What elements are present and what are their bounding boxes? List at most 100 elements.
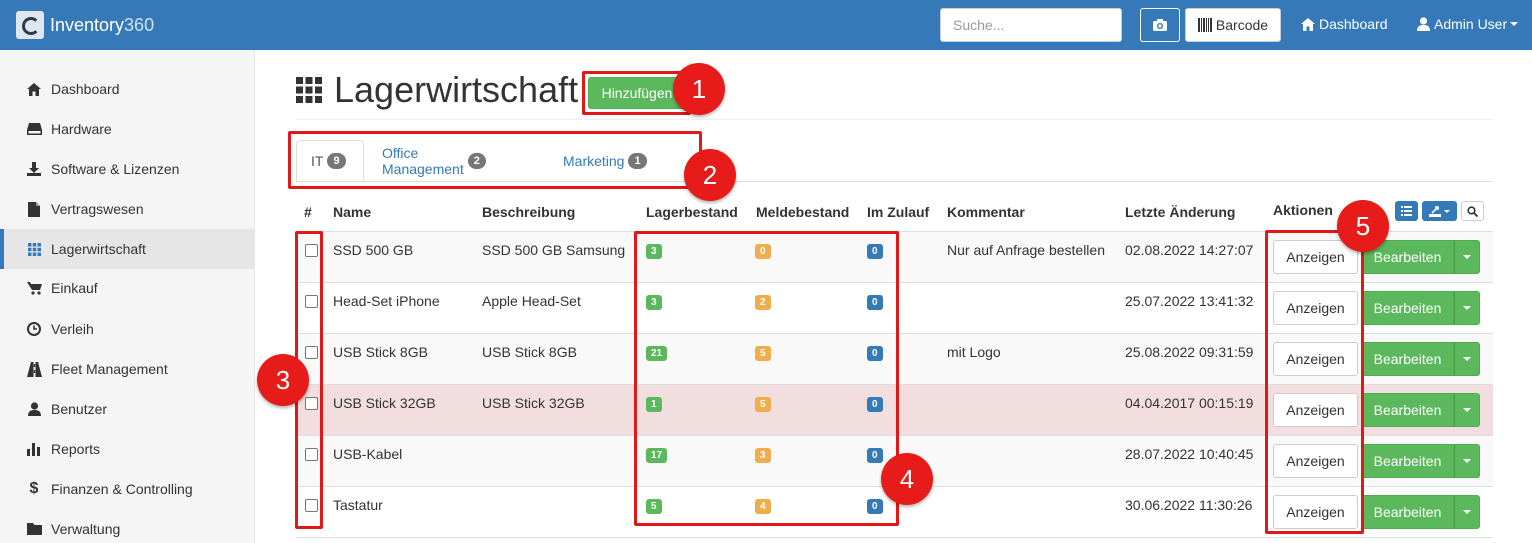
top-navbar: Inventory360 Barcode Dashboard Admin Use… xyxy=(0,0,1532,50)
sidebar-item-warehouse[interactable]: Lagerwirtschaft xyxy=(0,229,255,269)
annotation-marker-2: 2 xyxy=(684,149,736,201)
list-icon xyxy=(1401,206,1412,216)
brand[interactable]: Inventory 360 xyxy=(16,11,154,39)
chevron-down-icon xyxy=(1463,255,1471,259)
edit-dropdown-toggle[interactable] xyxy=(1454,393,1480,427)
cell-name: Head-Set iPhone xyxy=(333,293,440,309)
sidebar-item-fleet[interactable]: Fleet Management xyxy=(0,349,255,389)
sidebar-item-purchasing[interactable]: Einkauf xyxy=(0,268,255,308)
chevron-down-icon xyxy=(1444,209,1450,213)
edit-dropdown-toggle[interactable] xyxy=(1454,495,1480,529)
brand-name: Inventory xyxy=(50,14,125,35)
download-icon xyxy=(26,161,42,177)
sidebar-item-label: Vertragswesen xyxy=(51,201,144,217)
export-icon xyxy=(1429,205,1441,217)
cell-last-change: 28.07.2022 10:40:45 xyxy=(1125,446,1254,462)
export-dropdown-button[interactable] xyxy=(1422,201,1457,221)
sidebar-item-reports[interactable]: Reports xyxy=(0,429,255,469)
chevron-down-icon xyxy=(1463,510,1471,514)
sidebar-item-admin[interactable]: Verwaltung xyxy=(0,509,255,543)
edit-button[interactable]: Bearbeiten xyxy=(1361,393,1454,427)
sidebar-item-label: Benutzer xyxy=(51,401,108,417)
clock-icon xyxy=(26,321,42,337)
sidebar-item-software[interactable]: Software & Lizenzen xyxy=(0,149,255,189)
sidebar-item-contracts[interactable]: Vertragswesen xyxy=(0,189,255,229)
column-header-reorder-level[interactable]: Meldebestand xyxy=(756,204,849,220)
column-header-last-change[interactable]: Letzte Änderung xyxy=(1125,204,1235,220)
search-input[interactable] xyxy=(940,8,1122,42)
edit-dropdown-toggle[interactable] xyxy=(1454,240,1480,274)
home-icon xyxy=(26,81,42,97)
chevron-down-icon xyxy=(1510,22,1519,26)
file-icon xyxy=(26,201,42,217)
road-icon xyxy=(26,361,42,377)
column-header-actions: Aktionen xyxy=(1273,202,1333,218)
brand-number: 360 xyxy=(124,14,155,35)
user-menu[interactable]: Admin User xyxy=(1417,16,1519,32)
chevron-down-icon xyxy=(1463,459,1471,463)
sidebar-item-finance[interactable]: $ Finanzen & Controlling xyxy=(0,469,255,509)
sidebar-item-users[interactable]: Benutzer xyxy=(0,389,255,429)
cell-description: USB Stick 32GB xyxy=(482,395,585,411)
sidebar-item-label: Finanzen & Controlling xyxy=(51,481,193,497)
nav-dashboard-link[interactable]: Dashboard xyxy=(1301,16,1388,32)
chevron-down-icon xyxy=(1463,357,1471,361)
cell-name: SSD 500 GB xyxy=(333,242,414,258)
edit-dropdown-toggle[interactable] xyxy=(1454,291,1480,325)
column-header-comment[interactable]: Kommentar xyxy=(947,204,1025,220)
grid-icon xyxy=(296,77,322,103)
cell-comment: mit Logo xyxy=(947,344,1001,360)
cell-name: USB-Kabel xyxy=(333,446,403,462)
divider xyxy=(296,119,1493,120)
barcode-label: Barcode xyxy=(1215,17,1269,33)
user-icon xyxy=(26,401,42,417)
sidebar-item-label: Verwaltung xyxy=(51,521,121,537)
column-header-name[interactable]: Name xyxy=(333,204,371,220)
camera-button[interactable] xyxy=(1140,8,1180,42)
sidebar-item-lending[interactable]: Verleih xyxy=(0,309,255,349)
sidebar-item-label: Hardware xyxy=(51,121,112,137)
cell-name: Tastatur xyxy=(333,497,383,513)
barcode-button[interactable]: Barcode xyxy=(1185,8,1281,42)
cell-description: SSD 500 GB Samsung xyxy=(482,242,626,258)
search-toggle-button[interactable] xyxy=(1461,201,1484,221)
column-header-stock[interactable]: Lagerbestand xyxy=(646,204,738,220)
highlight-stock-columns xyxy=(634,231,899,526)
annotation-marker-1: 1 xyxy=(673,63,725,115)
sidebar-item-hardware[interactable]: Hardware xyxy=(0,109,255,149)
edit-button[interactable]: Bearbeiten xyxy=(1361,495,1454,529)
edit-dropdown-toggle[interactable] xyxy=(1454,444,1480,478)
column-header-description[interactable]: Beschreibung xyxy=(482,204,575,220)
edit-dropdown-toggle[interactable] xyxy=(1454,342,1480,376)
list-view-button[interactable] xyxy=(1395,201,1418,221)
bar-chart-icon xyxy=(26,441,42,457)
edit-button[interactable]: Bearbeiten xyxy=(1361,291,1454,325)
column-header-incoming[interactable]: Im Zulauf xyxy=(867,204,929,220)
cell-last-change: 25.07.2022 13:41:32 xyxy=(1125,293,1254,309)
home-icon xyxy=(1301,17,1315,31)
cell-last-change: 04.04.2017 00:15:19 xyxy=(1125,395,1254,411)
cart-icon xyxy=(26,280,42,296)
search-icon xyxy=(1467,205,1478,217)
sidebar-item-label: Fleet Management xyxy=(51,361,168,377)
sidebar-item-dashboard[interactable]: Dashboard xyxy=(0,69,255,109)
user-name: Admin User xyxy=(1434,16,1508,32)
brand-logo-icon xyxy=(16,11,44,39)
annotation-marker-5: 5 xyxy=(1337,200,1389,252)
sidebar: Dashboard Hardware Software & Lizenzen V… xyxy=(0,50,255,543)
sidebar-item-label: Einkauf xyxy=(51,280,98,296)
grid-icon xyxy=(26,241,42,257)
highlight-view-buttons xyxy=(1265,230,1364,534)
camera-icon xyxy=(1153,19,1167,31)
cell-name: USB Stick 32GB xyxy=(333,395,436,411)
cell-last-change: 30.06.2022 11:30:26 xyxy=(1125,497,1253,513)
sidebar-item-label: Reports xyxy=(51,441,101,457)
edit-button[interactable]: Bearbeiten xyxy=(1361,444,1454,478)
dollar-icon: $ xyxy=(29,480,39,497)
highlight-tabs xyxy=(288,131,702,189)
column-header-number: # xyxy=(304,204,312,220)
edit-button[interactable]: Bearbeiten xyxy=(1361,342,1454,376)
annotation-marker-4: 4 xyxy=(881,453,933,505)
folder-icon xyxy=(26,521,42,537)
sidebar-item-label: Dashboard xyxy=(51,81,120,97)
